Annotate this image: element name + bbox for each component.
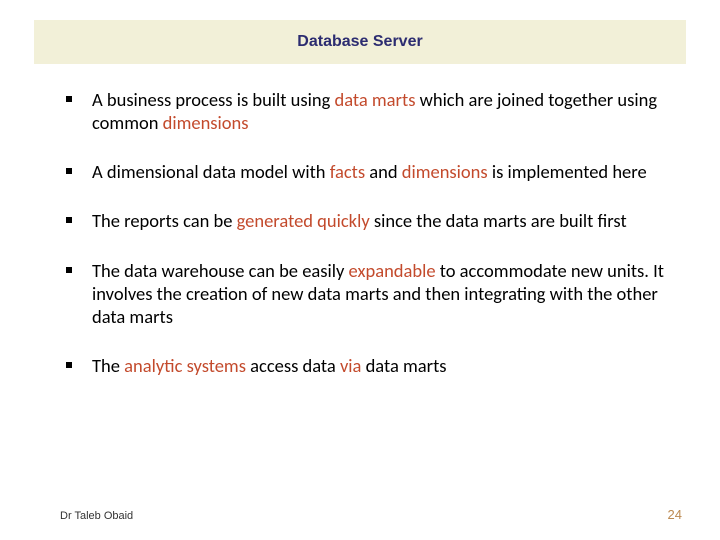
bullet-highlight: generated quickly <box>237 209 370 232</box>
bullet-text: A business process is built using <box>92 88 334 111</box>
list-item: A business process is built using data m… <box>60 88 670 134</box>
bullet-text: is implemented here <box>488 160 647 183</box>
slide-title: Database Server <box>297 33 422 51</box>
list-item: A dimensional data model with facts and … <box>60 160 670 183</box>
bullet-highlight: dimensions <box>163 111 249 134</box>
bullet-text: since the data marts are built first <box>370 209 627 232</box>
bullet-highlight: via <box>340 354 361 377</box>
bullet-highlight: analytic systems <box>124 354 246 377</box>
bullet-text: The reports can be <box>92 209 237 232</box>
footer-author: Dr Taleb Obaid <box>60 510 133 522</box>
list-item: The reports can be generated quickly sin… <box>60 209 670 232</box>
slide: Database Server A business process is bu… <box>0 0 720 540</box>
page-number: 24 <box>668 507 682 522</box>
bullet-text: and <box>365 160 402 183</box>
bullet-text: access data <box>246 354 340 377</box>
bullet-highlight: dimensions <box>402 160 488 183</box>
title-box: Database Server <box>34 20 686 64</box>
bullet-highlight: expandable <box>349 259 436 282</box>
bullet-text: The <box>92 354 124 377</box>
bullet-text: The data warehouse can be easily <box>92 259 349 282</box>
bullet-highlight: data marts <box>334 88 415 111</box>
list-item: The data warehouse can be easily expanda… <box>60 259 670 328</box>
list-item: The analytic systems access data via dat… <box>60 354 670 377</box>
bullet-text: data marts <box>361 354 446 377</box>
bullet-text: A dimensional data model with <box>92 160 330 183</box>
bullet-highlight: facts <box>330 160 365 183</box>
bullet-list: A business process is built using data m… <box>60 88 670 377</box>
content-area: A business process is built using data m… <box>60 88 670 403</box>
